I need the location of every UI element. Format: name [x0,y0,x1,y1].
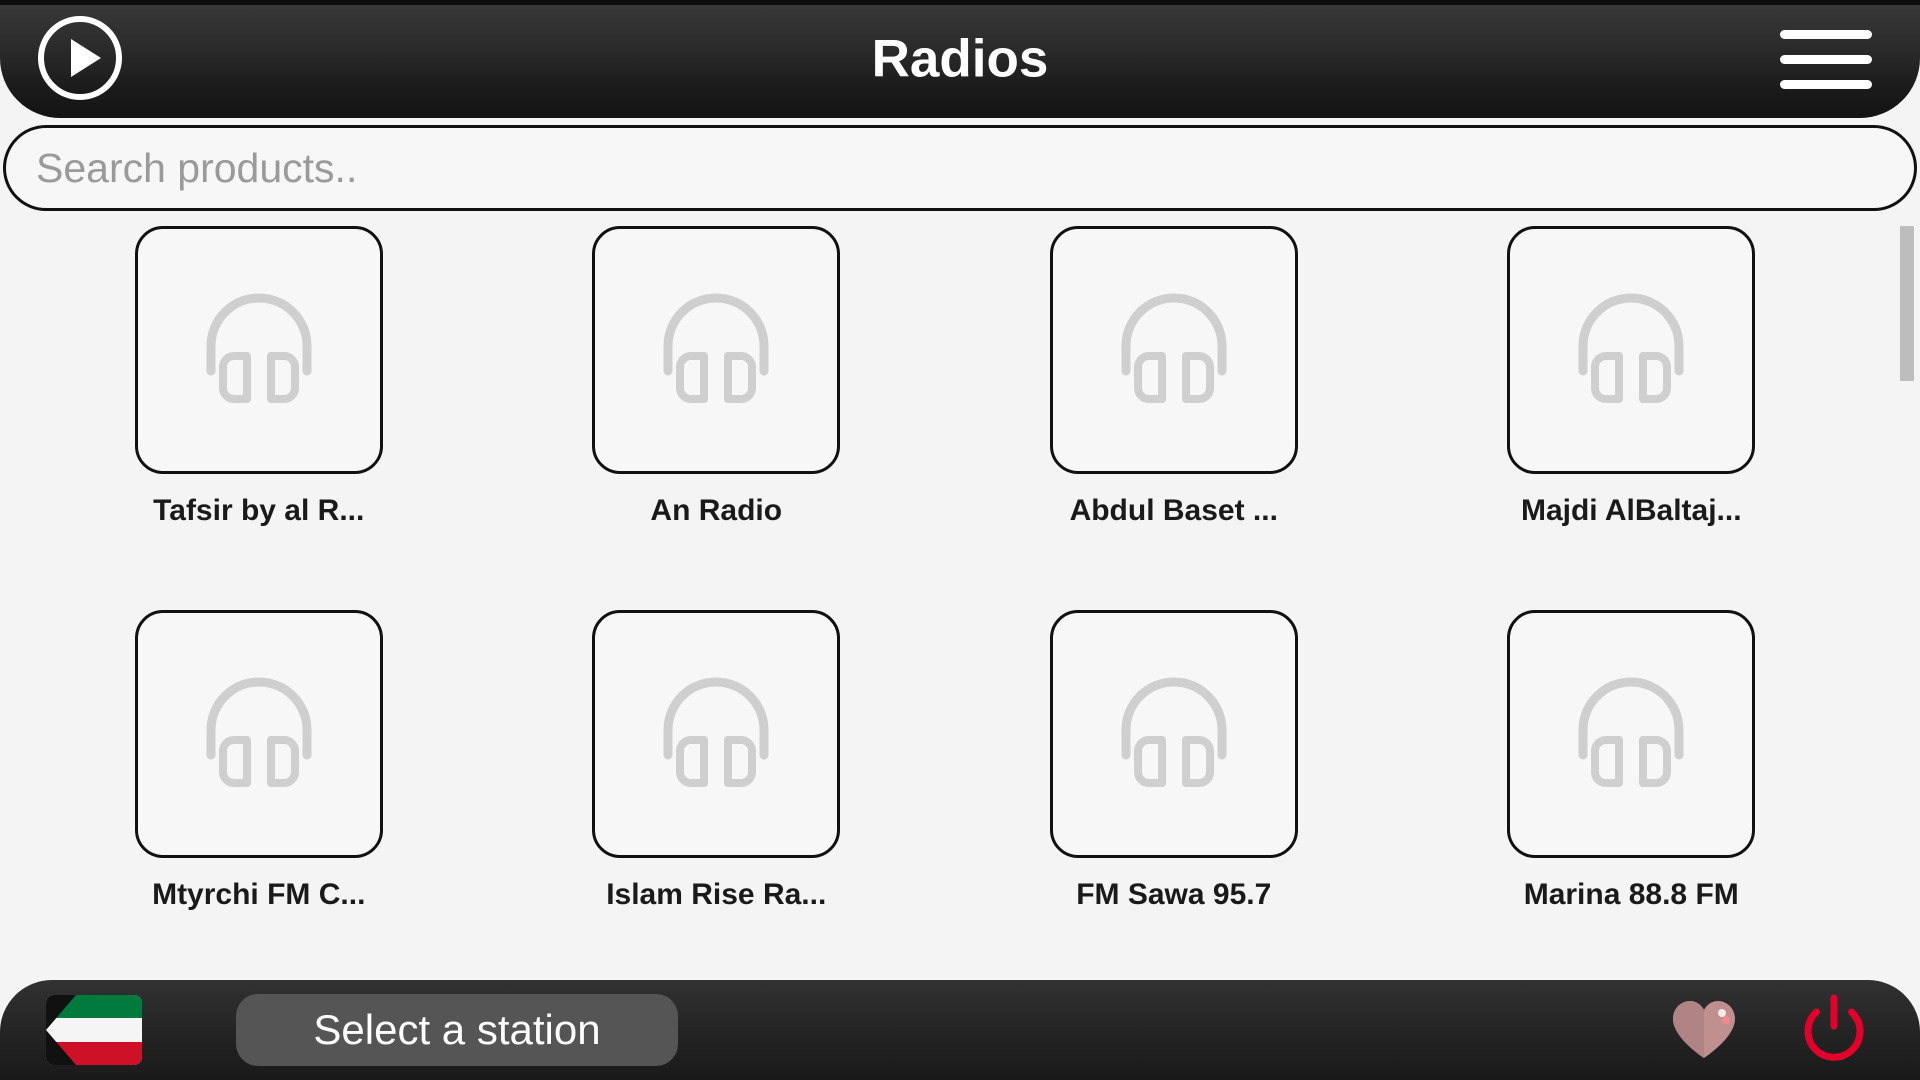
vertical-scrollbar-track[interactable] [1900,218,1914,987]
station-name: Abdul Baset ... [1069,494,1278,527]
station-name: Islam Rise Ra... [606,878,827,911]
headphones-icon [1049,610,1298,858]
headphones-icon [134,610,383,858]
station-name: An Radio [650,494,783,527]
headphones-icon [134,226,383,474]
station-card[interactable]: Tafsir by al R... [30,226,488,526]
stations-grid: Tafsir by al R... An Radio Abdul Baset .… [0,218,1890,987]
player-bottom-bar: Select a station [0,980,1920,1080]
vertical-scrollbar-thumb[interactable] [1900,226,1914,381]
now-playing-label: Select a station [313,1006,601,1053]
search-bar [3,125,1917,211]
hamburger-menu-icon[interactable] [1780,25,1872,93]
headphones-icon [592,226,841,474]
power-icon[interactable] [1786,982,1882,1078]
station-card[interactable]: FM Sawa 95.7 [945,610,1403,910]
search-input[interactable] [3,125,1917,211]
headphones-icon [1507,610,1756,858]
menu-bar-3 [1780,79,1872,89]
station-name: Majdi AlBaltaj... [1520,494,1742,527]
now-playing-button[interactable]: Select a station [236,994,678,1066]
station-card[interactable]: An Radio [488,226,946,526]
app-header: Radios [0,0,1920,118]
play-circle-icon[interactable] [38,16,122,100]
headphones-icon [1507,226,1756,474]
menu-bar-1 [1780,29,1872,39]
flag-hoist-trapezoid [46,995,76,1065]
station-card[interactable]: Mtyrchi FM C... [30,610,488,910]
headphones-icon [1049,226,1298,474]
menu-bar-2 [1780,54,1872,64]
station-name: FM Sawa 95.7 [1076,878,1272,911]
station-name: Marina 88.8 FM [1523,878,1739,911]
kuwait-flag-icon[interactable] [46,995,142,1065]
station-card[interactable]: Islam Rise Ra... [488,610,946,910]
headphones-icon [592,610,841,858]
heart-icon[interactable] [1656,982,1752,1078]
stations-grid-area: Tafsir by al R... An Radio Abdul Baset .… [0,218,1920,987]
station-card[interactable]: Abdul Baset ... [945,226,1403,526]
play-triangle-icon [38,16,122,100]
station-card[interactable]: Marina 88.8 FM [1403,610,1861,910]
radios-app-window: Radios Tafsir by al R... An Radio Abdul … [0,0,1920,1080]
page-title: Radios [871,29,1049,89]
station-card[interactable]: Majdi AlBaltaj... [1403,226,1861,526]
station-name: Tafsir by al R... [153,494,365,527]
station-name: Mtyrchi FM C... [152,878,366,911]
